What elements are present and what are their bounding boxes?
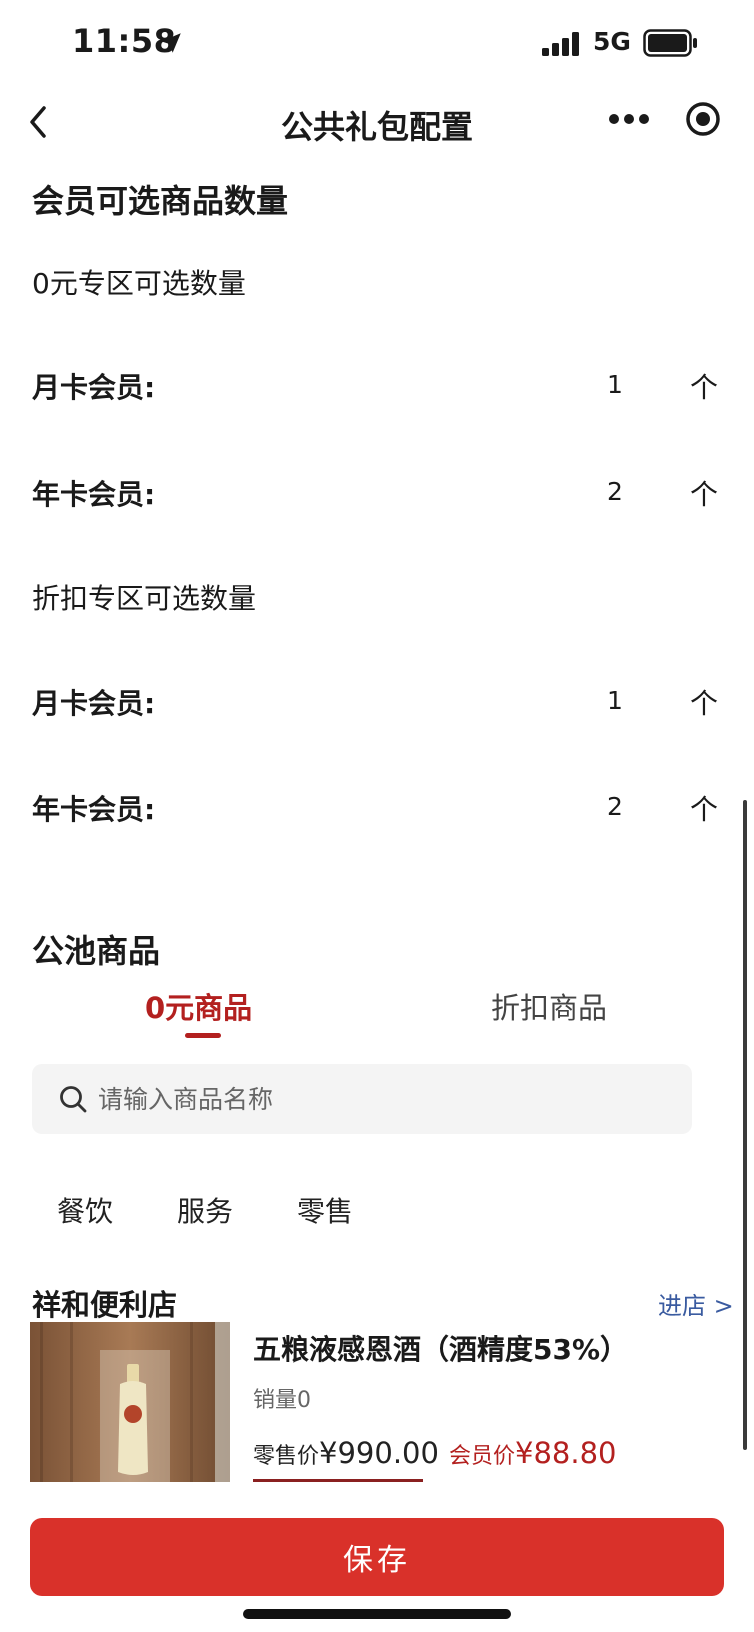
scrollbar[interactable]	[743, 800, 747, 1450]
qty-value[interactable]: 2	[600, 792, 630, 821]
enter-store-link[interactable]: 进店 >	[658, 1286, 734, 1321]
nav-bar: 公共礼包配置	[0, 92, 754, 156]
price-underline	[253, 1479, 423, 1482]
location-arrow-icon	[161, 33, 181, 53]
close-target-icon[interactable]	[684, 100, 722, 138]
qty-value[interactable]: 2	[600, 477, 630, 506]
zero-zone-yearly-row: 年卡会员: 2 个	[0, 463, 754, 523]
signal-icon	[542, 32, 579, 56]
discount-zone-yearly-row: 年卡会员: 2 个	[0, 778, 754, 838]
home-indicator	[243, 1609, 511, 1619]
status-bar: 11:58 5G	[0, 0, 754, 92]
zero-zone-monthly-row: 月卡会员: 1 个	[0, 356, 754, 416]
discount-zone-monthly-row: 月卡会员: 1 个	[0, 672, 754, 732]
qty-label: 月卡会员:	[32, 687, 156, 720]
retail-price-label: 零售价	[253, 1444, 320, 1469]
zero-zone-title: 0元专区可选数量	[32, 267, 246, 300]
product-name[interactable]: 五粮液感恩酒（酒精度53%）	[253, 1328, 628, 1368]
qty-value[interactable]: 1	[600, 686, 630, 715]
product-image[interactable]	[30, 1322, 230, 1482]
qty-unit: 个	[690, 793, 719, 826]
retail-price-amount: ¥990.00	[319, 1436, 439, 1470]
member-quantity-title: 会员可选商品数量	[32, 182, 289, 220]
qty-label: 月卡会员:	[32, 371, 156, 404]
qty-unit: 个	[690, 478, 719, 511]
discount-zone-title: 折扣专区可选数量	[32, 582, 257, 615]
retail-price: 零售价¥990.00	[253, 1436, 439, 1470]
battery-icon	[643, 29, 697, 57]
product-sales: 销量0	[253, 1388, 311, 1413]
category-dining[interactable]: 餐饮	[57, 1190, 113, 1230]
qty-unit: 个	[690, 687, 719, 720]
active-tab-indicator	[185, 1033, 221, 1038]
search-box	[32, 1064, 692, 1134]
tab-zero-products[interactable]: 0元商品	[145, 985, 252, 1027]
qty-label: 年卡会员:	[32, 793, 156, 826]
store-name: 祥和便利店	[32, 1288, 178, 1322]
more-icon[interactable]	[608, 112, 650, 126]
qty-value[interactable]: 1	[600, 370, 630, 399]
member-price-label: 会员价	[449, 1444, 516, 1469]
member-price: 会员价¥88.80	[449, 1436, 617, 1470]
network-label: 5G	[593, 27, 631, 56]
qty-unit: 个	[690, 371, 719, 404]
search-icon	[60, 1086, 87, 1113]
member-price-amount: ¥88.80	[515, 1436, 617, 1470]
search-input[interactable]	[98, 1076, 658, 1122]
category-service[interactable]: 服务	[177, 1190, 233, 1230]
pool-title: 公池商品	[32, 932, 161, 970]
category-retail[interactable]: 零售	[297, 1190, 353, 1230]
save-button[interactable]: 保存	[30, 1518, 724, 1596]
tab-discount-products[interactable]: 折扣商品	[491, 985, 607, 1027]
qty-label: 年卡会员:	[32, 478, 156, 511]
